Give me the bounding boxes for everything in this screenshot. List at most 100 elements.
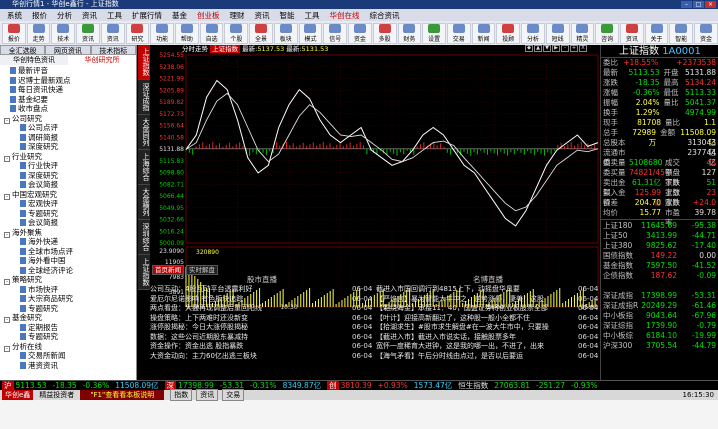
tree-node[interactable]: 基金纪要 <box>0 95 136 105</box>
menu-item[interactable]: 综合资讯 <box>365 10 405 21</box>
toolbar-button[interactable]: 报价 <box>2 22 26 44</box>
menu-item[interactable]: 智能 <box>275 10 300 21</box>
status-button[interactable]: 资讯 <box>196 389 219 401</box>
tree-node[interactable]: 海外快递 <box>0 237 136 247</box>
menu-item[interactable]: 扩展行情 <box>127 10 167 21</box>
toolbar-button[interactable]: 帮助 <box>175 22 199 44</box>
menu-item[interactable]: 理财 <box>225 10 250 21</box>
vertical-tab[interactable]: 大盘同列 <box>138 115 150 150</box>
menu-item[interactable]: 系统 <box>2 10 27 21</box>
tree-node[interactable]: 会议简报 <box>0 180 136 190</box>
news-item[interactable]: 【叶计】迎接高新翻过了，这种股一般小全都不住 06-04 <box>376 314 600 324</box>
toolbar-button[interactable]: 资金 <box>348 22 372 44</box>
toolbar-button[interactable]: 分析 <box>521 22 545 44</box>
toolbar-button[interactable]: 交易 <box>446 22 471 44</box>
vertical-tab[interactable]: 深证成指 <box>138 80 150 115</box>
index-row[interactable]: 企债指数 187.62 -0.09 <box>601 271 718 281</box>
menu-item[interactable]: 工具 <box>300 10 325 21</box>
index-row[interactable]: 深证成指R 20249.29 -61.46 <box>601 301 718 311</box>
tree-node[interactable]: - 分析在线 <box>0 342 136 352</box>
news-tab[interactable]: 首页新闻 <box>152 265 184 275</box>
news-tab[interactable]: 实时解盘 <box>186 265 218 275</box>
toolbar-button[interactable]: 个股 <box>224 22 249 44</box>
tree-node[interactable]: - 行业研究 <box>0 152 136 162</box>
toolbar-button[interactable]: 信号 <box>323 22 348 44</box>
chart-control-button[interactable]: ◆ <box>525 45 533 52</box>
toolbar-button[interactable]: 资金 <box>694 22 718 44</box>
news-item[interactable]: 截进入市国回调行到4815上下，动摇盘华具要 06-04 <box>376 285 600 295</box>
tree-node[interactable]: 海外看中国 <box>0 256 136 266</box>
index-row[interactable] <box>601 281 718 291</box>
news-item[interactable]: 【严焰言】暴为智能大牛中之，逆势涨停，凄美！这股 06-04 <box>376 295 600 305</box>
tree-node[interactable]: 每日资讯快递 <box>0 85 136 95</box>
news-item[interactable]: 爱厄尔尼诺影响 有色板块追踪 06-04 <box>150 295 374 305</box>
tree-node[interactable]: 港资资讯 <box>0 361 136 371</box>
chart-control-button[interactable]: + <box>570 45 578 52</box>
toolbar-button[interactable]: 财务 <box>397 22 422 44</box>
chart-control-button[interactable]: ▼ <box>543 45 551 52</box>
toolbar-button[interactable]: 智能 <box>669 22 694 44</box>
tree-node[interactable]: 交易所新闻 <box>0 351 136 361</box>
tree-node[interactable]: 最新评音 <box>0 66 136 76</box>
tree-node[interactable]: 行业快评 <box>0 161 136 171</box>
status-button[interactable]: 交易 <box>222 389 245 401</box>
toolbar-button[interactable]: 多股 <box>372 22 397 44</box>
tree-node[interactable]: - 中国宏观研究 <box>0 190 136 200</box>
status-button[interactable]: 指数 <box>170 389 193 401</box>
toolbar-button[interactable]: 技术 <box>51 22 76 44</box>
vertical-tab[interactable]: 上海综合 <box>138 150 150 185</box>
news-item[interactable]: 【海气矛看】午后分时线由点过，是否以后要运 06-04 <box>376 352 600 362</box>
chart-control-button[interactable]: ▲ <box>534 45 542 52</box>
index-row[interactable]: 上证380 9825.62 -17.40 <box>601 241 718 251</box>
tree-node[interactable]: 全球经济评论 <box>0 266 136 276</box>
toolbar-button[interactable]: 模式 <box>298 22 323 44</box>
tree-node[interactable]: 专题研究 <box>0 304 136 314</box>
index-row[interactable]: 沪深300 3705.54 -44.79 <box>601 341 718 351</box>
left-tab[interactable]: 技术指标 <box>90 45 136 55</box>
tree-node[interactable]: 收市盘点 <box>0 104 136 114</box>
toolbar-button[interactable]: 短线 <box>545 22 570 44</box>
toolbar-button[interactable]: 板块 <box>273 22 298 44</box>
index-row[interactable]: 上证180 11645.69 -95.38 <box>601 221 718 231</box>
toolbar-button[interactable]: 投顾 <box>496 22 521 44</box>
vertical-tab[interactable]: 上证指数 <box>138 45 150 80</box>
close-button[interactable]: × <box>705 1 716 8</box>
vertical-tab[interactable]: 深圳综合 <box>138 220 150 255</box>
index-row[interactable]: 基金指数 7597.50 -41.52 <box>601 261 718 271</box>
menu-item[interactable]: 创业板 <box>192 10 225 21</box>
chart-control-button[interactable]: ▶ <box>552 45 560 52</box>
news-item[interactable]: 【鸵绕海金】承接11：40，国盛证券将创业板股票全部 06-04 <box>376 304 600 314</box>
index-row[interactable]: 上证50 3413.99 -44.71 <box>601 231 718 241</box>
index-row[interactable]: 深证综指 1739.90 -0.79 <box>601 321 718 331</box>
news-item[interactable]: 数据：这些公司近期股东暴减持 06-04 <box>150 333 374 343</box>
news-item[interactable]: 公司互动：4股互动平台透露利好 06-04 <box>150 285 374 295</box>
menu-item[interactable]: 工具 <box>102 10 127 21</box>
index-row[interactable]: 中小板综 6184.10 -19.99 <box>601 331 718 341</box>
tree-node[interactable]: - 基金研究 <box>0 313 136 323</box>
news-item[interactable]: 操盘策略：上下两难时还没新变 06-04 <box>150 314 374 324</box>
tree-node[interactable]: 深度研究 <box>0 142 136 152</box>
menu-item[interactable]: 资讯 <box>250 10 275 21</box>
vertical-tab[interactable]: 上证指数 <box>138 255 150 290</box>
tree-node[interactable]: 专题研究 <box>0 332 136 342</box>
news-item[interactable]: 【截进入市】截进入市说实话，接触股票多年 06-04 <box>376 333 600 343</box>
menu-item[interactable]: 资讯 <box>77 10 102 21</box>
toolbar-button[interactable]: 资讯 <box>100 22 125 44</box>
tree-node[interactable]: 专题研究 <box>0 209 136 219</box>
toolbar-button[interactable]: 自选 <box>199 22 224 44</box>
tree-node[interactable]: 市场快评 <box>0 285 136 295</box>
vertical-tab[interactable]: 大盘横列 <box>138 185 150 220</box>
chart-control-button[interactable]: X <box>579 45 587 52</box>
tree-node[interactable]: - 策略研究 <box>0 275 136 285</box>
toolbar-button[interactable]: 资讯 <box>76 22 100 44</box>
tree-node[interactable]: 全球市场点评 <box>0 247 136 257</box>
maximize-button[interactable]: □ <box>693 1 704 8</box>
index-row[interactable]: 中小板指 9043.64 -67.96 <box>601 311 718 321</box>
menu-item[interactable]: 报价 <box>27 10 52 21</box>
tree-node[interactable]: 大宗商品研究 <box>0 294 136 304</box>
left-subtab[interactable]: 华创研究所 <box>68 55 136 65</box>
toolbar-button[interactable]: 走势 <box>26 22 51 44</box>
tree-node[interactable]: 公司点评 <box>0 123 136 133</box>
toolbar-button[interactable]: 资讯 <box>619 22 644 44</box>
index-row[interactable]: 深证成指 17398.99 -53.31 <box>601 291 718 301</box>
